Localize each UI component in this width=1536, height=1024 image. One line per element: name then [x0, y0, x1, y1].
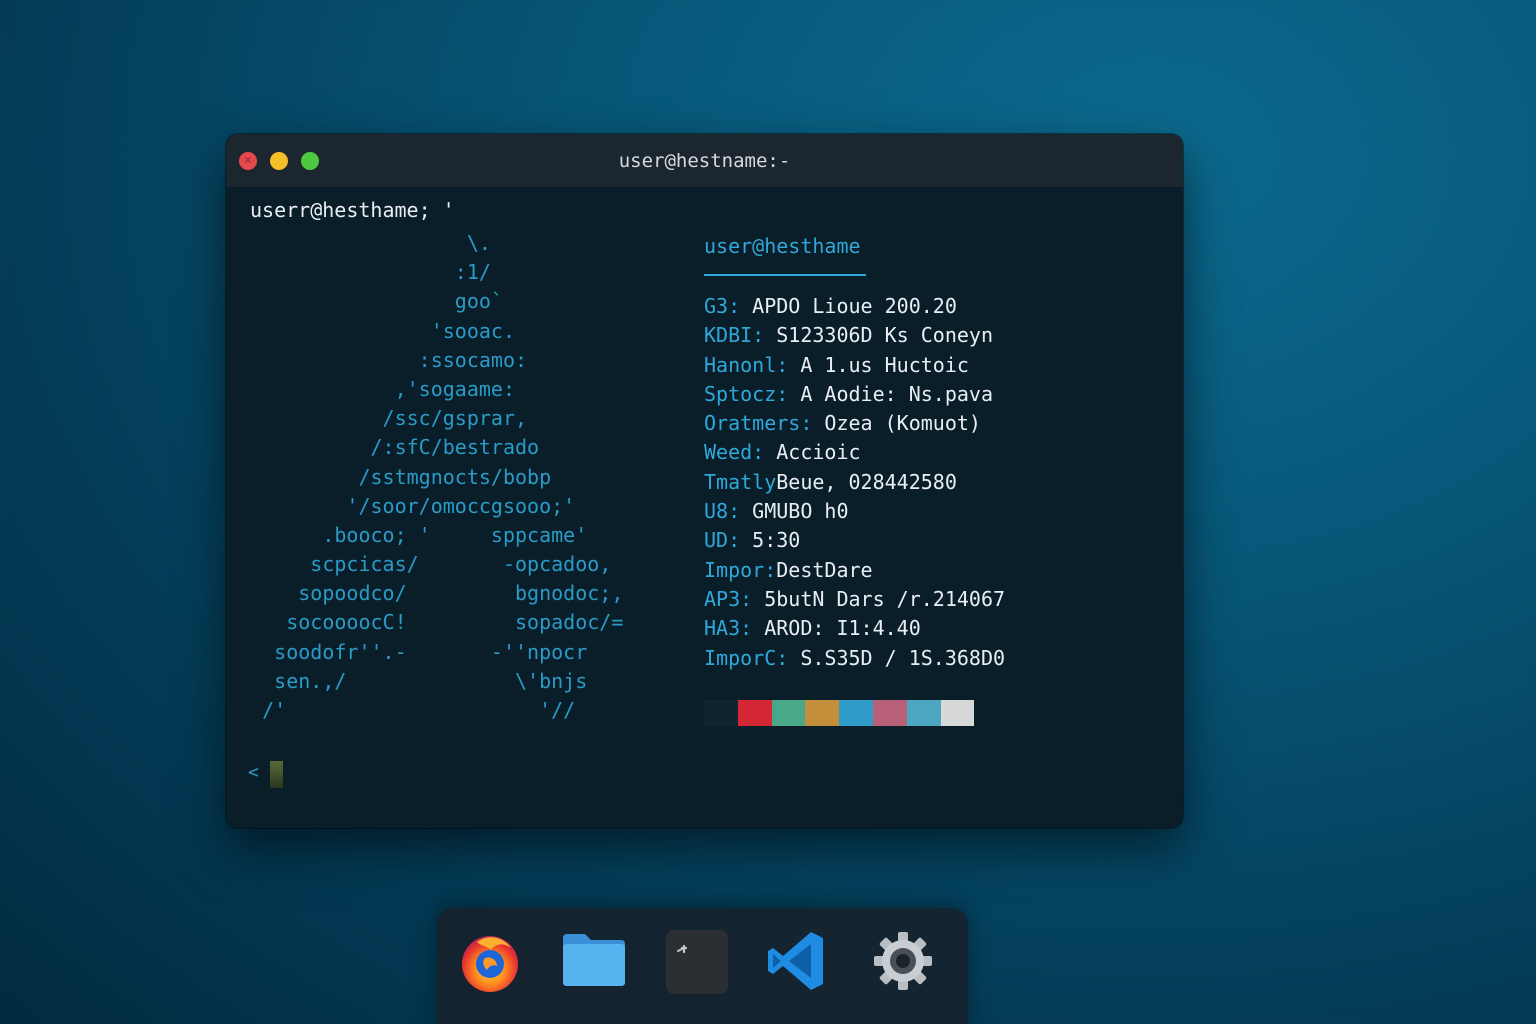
- info-key: Hanonl:: [704, 352, 801, 377]
- palette-swatch: [872, 700, 907, 726]
- gear-icon: [874, 932, 932, 990]
- info-row: G3: APDO Lioue 200.20: [704, 292, 1164, 321]
- info-key: Impor:: [704, 557, 777, 582]
- terminal-window[interactable]: × user@hestname:- userr@hesthame; ' \. :…: [226, 134, 1183, 828]
- system-info: user@hesthame G3: APDO Lioue 200.20 KDBI:…: [704, 234, 1164, 673]
- info-value: Ozea (Komuot): [824, 411, 981, 436]
- info-row: Weed: Accioic: [704, 438, 1164, 467]
- ascii-logo-line: socoooocC! sopadoc/=: [226, 610, 624, 635]
- dock-item-firefox[interactable]: [457, 928, 523, 994]
- info-key: Sptocz:: [704, 381, 801, 406]
- ascii-logo-line: goo`: [226, 289, 503, 314]
- info-key: G3:: [704, 294, 753, 318]
- info-row: AP3: 5butN Dars /r.214067: [704, 585, 1164, 614]
- title-bar[interactable]: × user@hestname:-: [226, 134, 1183, 187]
- shell-prompt: userr@hesthame; ': [250, 198, 455, 222]
- folder-icon: [563, 934, 625, 986]
- info-key: UD:: [704, 528, 753, 553]
- text-cursor: [270, 761, 283, 788]
- dock-item-settings[interactable]: [870, 928, 936, 994]
- info-key: AP3:: [704, 586, 765, 611]
- info-value: S123306D Ks Coneyn: [776, 323, 993, 348]
- info-value: A Aodie: Ns.pava: [800, 381, 993, 406]
- dock-item-vscode[interactable]: [765, 928, 831, 994]
- info-row: Hanonl: A 1.us Huctoic: [704, 351, 1164, 380]
- terminal-icon: [666, 930, 728, 994]
- dock-item-terminal[interactable]: [664, 928, 730, 994]
- ascii-logo-line: \.: [226, 231, 491, 255]
- palette-swatch: [805, 700, 840, 726]
- ascii-logo-line: /:sfC/bestrado: [226, 435, 540, 460]
- color-palette: [704, 700, 975, 726]
- ascii-logo-line: :ssocamo:: [226, 347, 528, 372]
- info-row: UD: 5:30: [704, 526, 1164, 555]
- ascii-logo-line: sen.,/ \'bnjs: [226, 668, 588, 693]
- info-key: Tmatly: [704, 469, 777, 494]
- info-value: A 1.us Huctoic: [800, 352, 969, 377]
- info-key: HA3:: [704, 616, 765, 641]
- info-row: Sptocz: A Aodie: Ns.pava: [704, 380, 1164, 409]
- ascii-logo: \. :1/ goo` 'sooac. :ssocamo: ,'sogaame:…: [226, 229, 686, 729]
- info-value: GMUBO h0: [752, 499, 849, 524]
- info-header-underline: [704, 274, 866, 276]
- info-row: TmatlyBeue, 028442580: [704, 468, 1164, 497]
- info-value: AROD: I1:4.40: [764, 616, 921, 641]
- info-row: Oratmers: Ozea (Komuot): [704, 409, 1164, 438]
- palette-swatch: [771, 700, 806, 726]
- ascii-logo-line: scpcicas/ -opcadoo,: [226, 552, 612, 577]
- info-value: 5:30: [752, 528, 801, 553]
- dock-item-files[interactable]: [561, 928, 627, 994]
- info-value: S.S35D / 1S.368D0: [800, 645, 1006, 670]
- info-value: APDO Lioue 200.20: [752, 294, 957, 318]
- ascii-logo-line: 'sooac.: [226, 318, 515, 343]
- ascii-logo-line: :1/: [226, 260, 491, 285]
- window-title: user@hestname:-: [618, 150, 791, 172]
- info-header: user@hesthame: [704, 234, 861, 258]
- info-row: HA3: AROD: I1:4.40: [704, 614, 1164, 643]
- info-key: Oratmers:: [704, 411, 825, 436]
- info-key: KDBI:: [704, 323, 777, 348]
- palette-swatch: [704, 700, 738, 726]
- info-row: KDBI: S123306D Ks Coneyn: [704, 321, 1164, 350]
- info-key: ImporC:: [704, 645, 801, 670]
- info-value: Accioic: [776, 440, 861, 465]
- palette-swatch: [906, 700, 941, 726]
- cursor-prompt: <: [248, 762, 259, 783]
- info-value: Beue, 028442580: [776, 469, 957, 494]
- info-row: ImporC: S.S35D / 1S.368D0: [704, 644, 1164, 673]
- palette-swatch: [940, 700, 975, 726]
- ascii-logo-line: sopoodco/ bgnodoc;,: [226, 581, 624, 606]
- info-key: U8:: [704, 499, 753, 524]
- vscode-icon: [768, 932, 823, 990]
- ascii-logo-line: '/soor/omoccgsooo;': [226, 493, 576, 518]
- ascii-logo-line: .booco; ' sppcame': [226, 522, 588, 547]
- palette-swatch: [737, 700, 772, 726]
- info-key: Weed:: [704, 440, 777, 465]
- ascii-logo-line: ,'sogaame:: [226, 376, 515, 401]
- info-rows: G3: APDO Lioue 200.20 KDBI: S123306D Ks C…: [704, 292, 1164, 673]
- info-row: Impor:DestDare: [704, 556, 1164, 585]
- info-value: 5butN Dars /r.214067: [764, 586, 1006, 611]
- firefox-icon: [462, 936, 518, 992]
- ascii-logo-line: /sstmgnocts/bobp: [226, 464, 552, 489]
- dock: [437, 908, 968, 1024]
- ascii-logo-line: /' '//: [226, 698, 576, 722]
- ascii-logo-line: /ssc/gsprar,: [226, 406, 528, 431]
- info-value: DestDare: [776, 557, 873, 582]
- info-row: U8: GMUBO h0: [704, 497, 1164, 526]
- ascii-logo-line: soodofr''.- -''npocr: [226, 639, 588, 664]
- palette-swatch: [839, 700, 873, 726]
